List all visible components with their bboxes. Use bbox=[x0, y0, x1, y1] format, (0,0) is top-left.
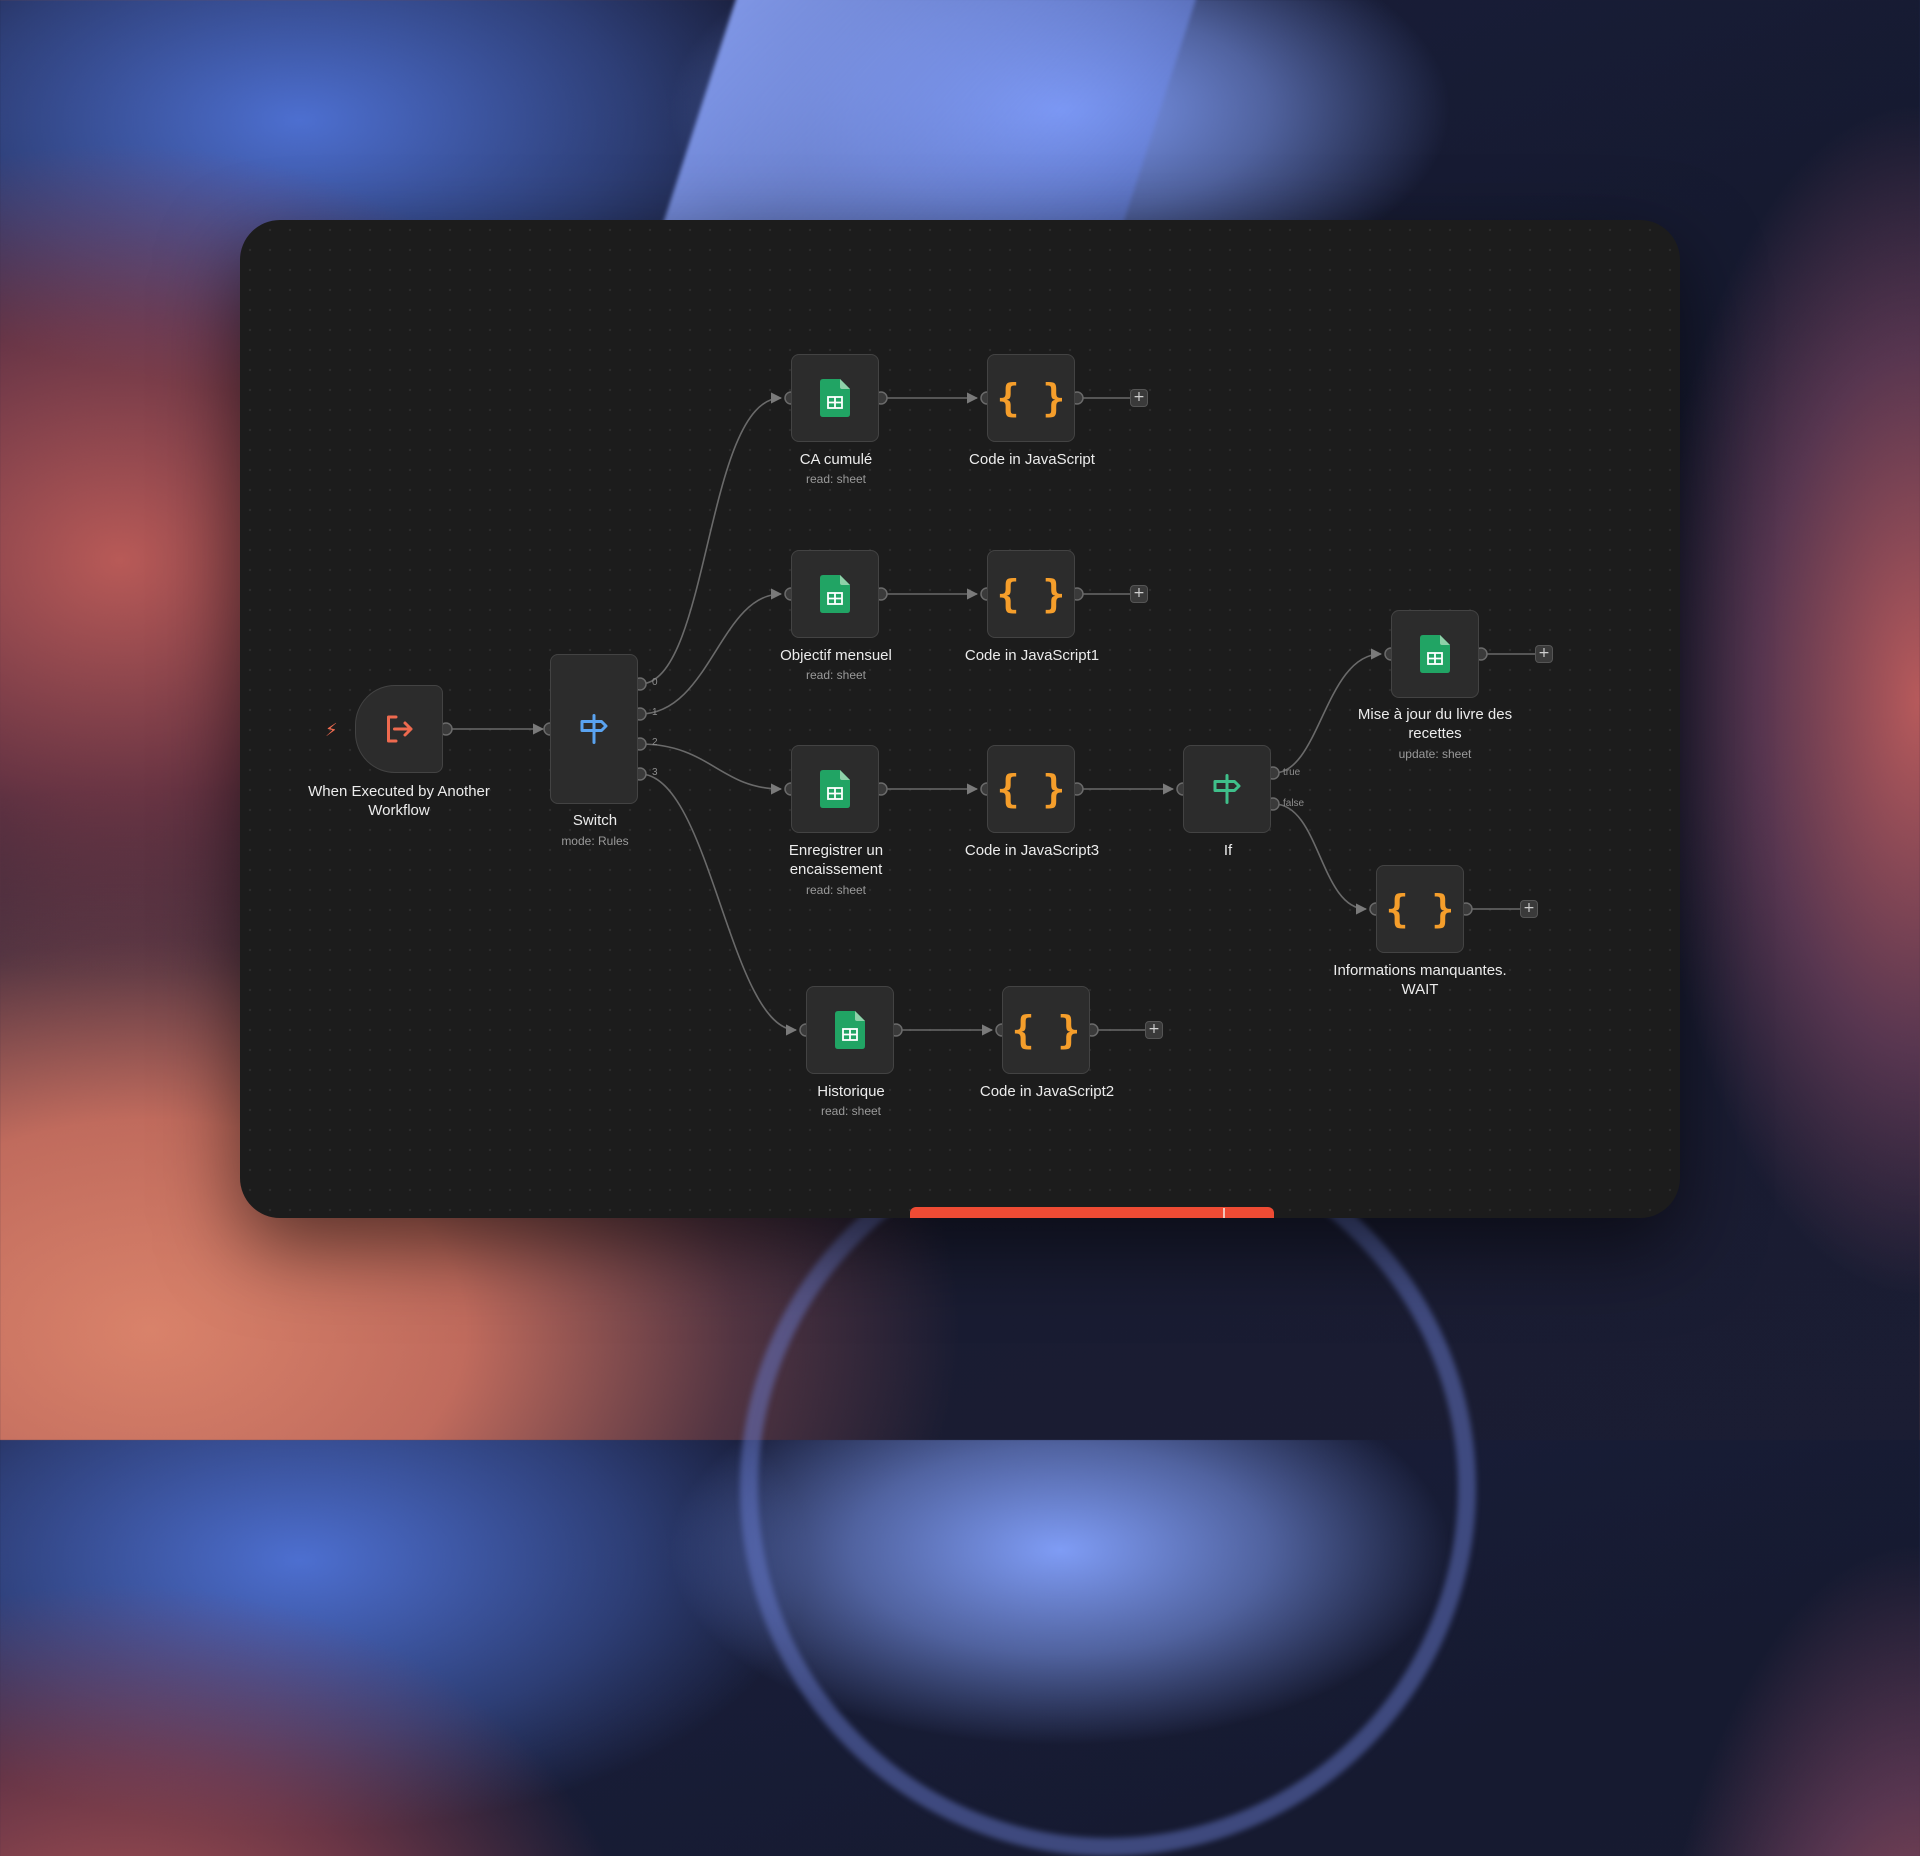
sheet-node-historique[interactable] bbox=[806, 986, 894, 1074]
google-sheets-icon bbox=[820, 379, 850, 417]
switch-output-3-label: 3 bbox=[652, 767, 658, 778]
sheet-node-objectif-mensuel-title: Objectif mensuel bbox=[780, 647, 892, 664]
google-sheets-icon bbox=[820, 575, 850, 613]
code-node-js2[interactable]: { } bbox=[1002, 986, 1090, 1074]
if-output-false-label: false bbox=[1283, 798, 1305, 809]
code-node-js3-title: Code in JavaScript3 bbox=[964, 842, 1100, 859]
sheet-node-mise-a-jour[interactable] bbox=[1391, 610, 1479, 698]
background-arc bbox=[740, 1120, 1476, 1856]
lightning-bolt-icon: ⚡ bbox=[325, 720, 338, 741]
execute-bar-divider bbox=[1223, 1208, 1225, 1218]
sheet-node-mise-a-jour-subtitle: update: sheet bbox=[1398, 747, 1472, 761]
code-braces-icon: { } bbox=[996, 376, 1066, 420]
code-node-wait-title: Informations manquantes. WAIT bbox=[1333, 962, 1507, 998]
trigger-node-title: When Executed by Another Workflow bbox=[308, 783, 490, 819]
sheet-node-objectif-mensuel[interactable] bbox=[791, 550, 879, 638]
sheet-node-ca-cumule-title: CA cumulé bbox=[799, 451, 873, 468]
code-braces-icon: { } bbox=[1011, 1008, 1081, 1052]
switch-node-title: Switch bbox=[572, 812, 618, 829]
code-node-js[interactable]: { } bbox=[987, 354, 1075, 442]
trigger-node[interactable] bbox=[355, 685, 443, 773]
add-node-button[interactable]: + bbox=[1535, 645, 1553, 663]
sheet-node-ca-cumule[interactable] bbox=[791, 354, 879, 442]
code-node-wait[interactable]: { } bbox=[1376, 865, 1464, 953]
add-node-button[interactable]: + bbox=[1130, 389, 1148, 407]
code-node-js1-title: Code in JavaScript1 bbox=[964, 647, 1100, 664]
add-node-button[interactable]: + bbox=[1130, 585, 1148, 603]
execute-workflow-bar[interactable] bbox=[910, 1207, 1274, 1218]
sheet-node-enregistrer-title: Enregistrer un encaissement bbox=[788, 842, 884, 878]
sheet-node-historique-title: Historique bbox=[817, 1083, 885, 1100]
sheet-node-ca-cumule-subtitle: read: sheet bbox=[805, 472, 867, 486]
workflow-canvas[interactable]: ⚡ When Executed by Another Workflow Swit… bbox=[240, 220, 1680, 1218]
code-braces-icon: { } bbox=[996, 767, 1066, 811]
sheet-node-historique-subtitle: read: sheet bbox=[820, 1104, 882, 1118]
switch-node-subtitle: mode: Rules bbox=[561, 834, 629, 848]
if-output-true-label: true bbox=[1283, 767, 1301, 778]
switch-output-1-label: 1 bbox=[652, 707, 658, 718]
if-node-title: If bbox=[1223, 842, 1233, 859]
code-node-js3[interactable]: { } bbox=[987, 745, 1075, 833]
if-node[interactable] bbox=[1183, 745, 1271, 833]
switch-output-0-label: 0 bbox=[652, 677, 658, 688]
switch-output-2-label: 2 bbox=[652, 737, 658, 748]
add-node-button[interactable]: + bbox=[1145, 1021, 1163, 1039]
switch-node[interactable] bbox=[550, 654, 638, 804]
sheet-node-mise-a-jour-title: Mise à jour du livre des recettes bbox=[1357, 706, 1513, 742]
edge-switch-ca bbox=[639, 392, 783, 685]
code-braces-icon: { } bbox=[996, 572, 1066, 616]
signpost-icon bbox=[580, 714, 608, 744]
code-node-js-title: Code in JavaScript bbox=[969, 451, 1095, 468]
add-node-button[interactable]: + bbox=[1520, 900, 1538, 918]
sheet-node-enregistrer-subtitle: read: sheet bbox=[805, 883, 867, 897]
signpost-icon bbox=[1213, 774, 1241, 804]
google-sheets-icon bbox=[835, 1011, 865, 1049]
code-braces-icon: { } bbox=[1385, 887, 1455, 931]
google-sheets-icon bbox=[1420, 635, 1450, 673]
code-node-js2-title: Code in JavaScript2 bbox=[979, 1083, 1115, 1100]
google-sheets-icon bbox=[820, 770, 850, 808]
sheet-node-enregistrer[interactable] bbox=[791, 745, 879, 833]
code-node-js1[interactable]: { } bbox=[987, 550, 1075, 638]
sheet-node-objectif-mensuel-subtitle: read: sheet bbox=[805, 668, 867, 682]
execute-workflow-trigger-icon bbox=[387, 715, 413, 743]
